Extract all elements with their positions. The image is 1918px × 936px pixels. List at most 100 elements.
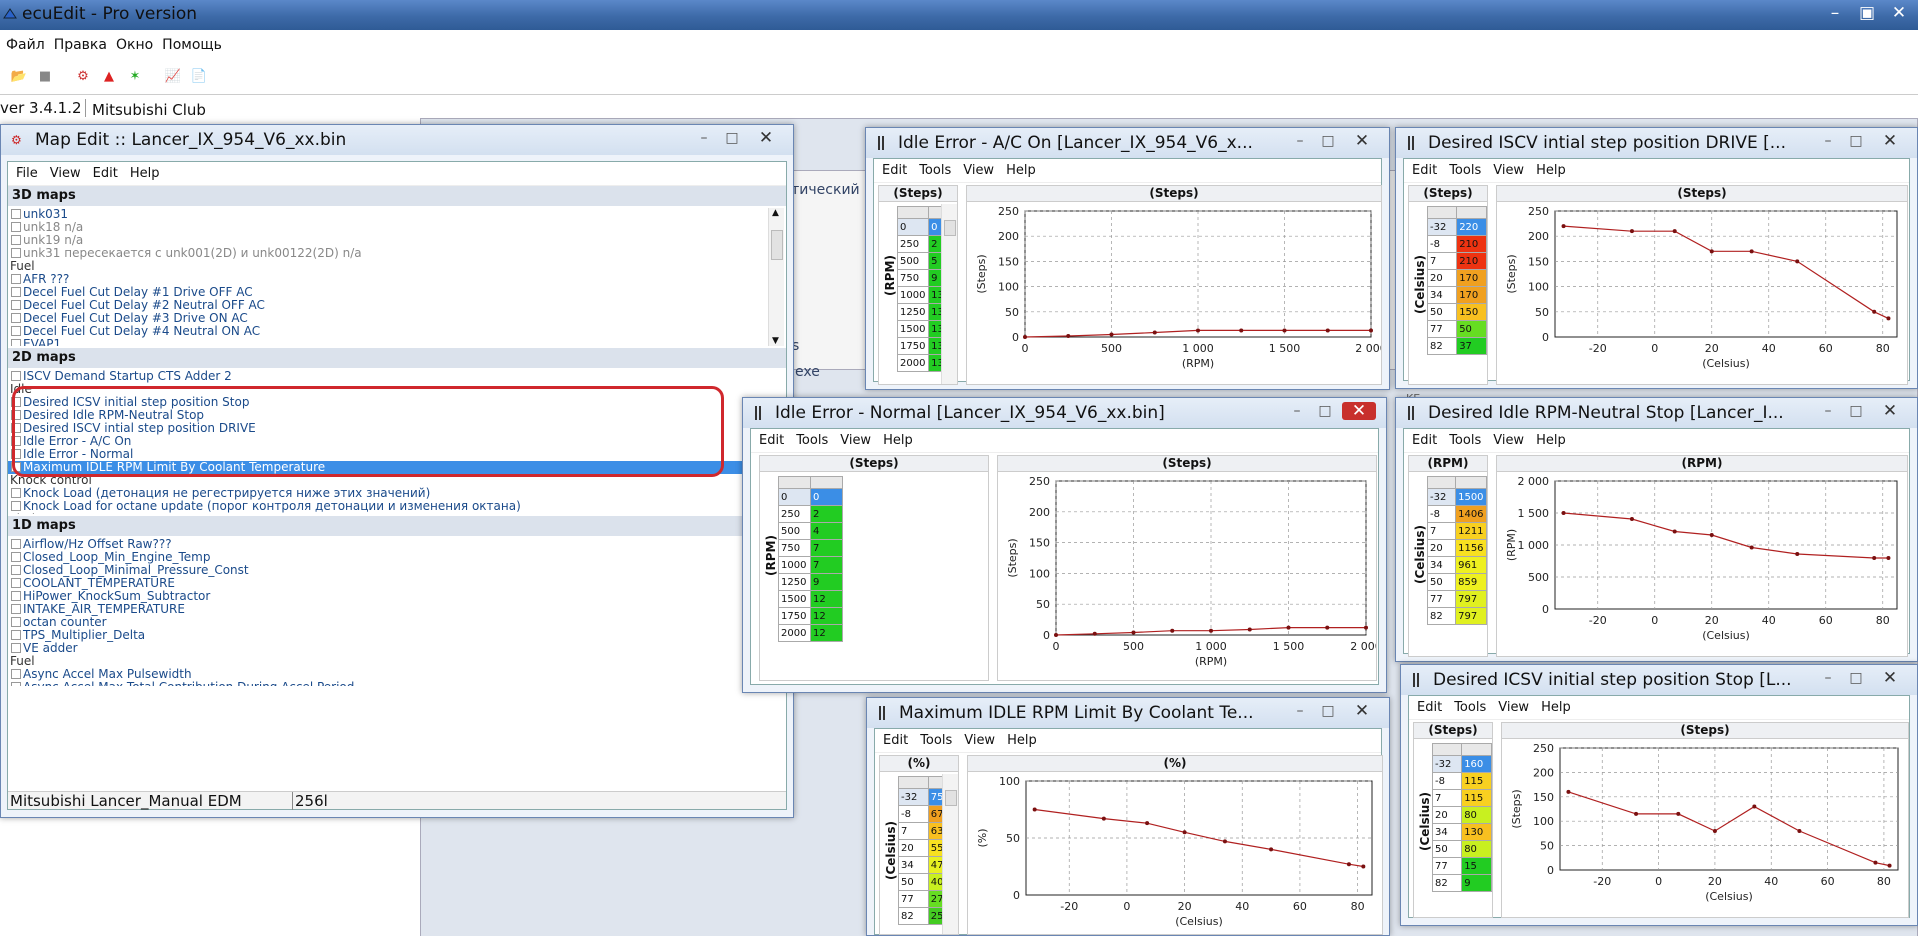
value-cell[interactable]: 12 — [810, 624, 843, 642]
list-item-checkbox[interactable] — [11, 235, 21, 245]
maximize-icon[interactable]: □ — [1845, 132, 1867, 150]
list-item[interactable]: Async Accel Max Pulsewidth — [8, 668, 766, 681]
menu-file[interactable]: Файл — [6, 37, 45, 53]
list-item[interactable]: TPS_Multiplier_Delta — [8, 629, 766, 642]
list-item-checkbox[interactable] — [11, 371, 21, 381]
close-icon[interactable]: ✕ — [1886, 2, 1912, 24]
list-item[interactable]: AFR ??? — [8, 273, 766, 286]
menu-window[interactable]: Окно — [116, 37, 153, 53]
minimize-icon[interactable]: – — [1289, 132, 1311, 150]
value-cell[interactable]: 170 — [1456, 286, 1487, 304]
value-cell[interactable]: 80 — [1461, 840, 1492, 858]
idle-error-normal-window[interactable]: Idle Error - Normal [Lancer_IX_954_V6_xx… — [742, 397, 1387, 693]
value-cell[interactable]: 9 — [1461, 874, 1492, 892]
list-group-header[interactable]: Fuel — [8, 260, 766, 273]
menu-edit[interactable]: Правка — [54, 37, 107, 53]
list-item-checkbox[interactable] — [11, 669, 21, 679]
value-cell[interactable]: 150 — [1456, 303, 1487, 321]
list-item[interactable]: VE adder — [8, 642, 766, 655]
minimize-icon[interactable]: – — [693, 129, 715, 147]
menu-view[interactable]: View — [964, 733, 995, 748]
list-item[interactable]: unk031 — [8, 208, 766, 221]
value-cell[interactable]: 15 — [1461, 857, 1492, 875]
menu-help[interactable]: Help — [1007, 733, 1037, 748]
list-item-checkbox[interactable] — [11, 617, 21, 627]
maximize-icon[interactable]: □ — [1845, 402, 1867, 420]
value-cell[interactable]: 797 — [1455, 607, 1487, 625]
close-icon[interactable]: ✕ — [1345, 132, 1379, 150]
list-item-checkbox[interactable] — [11, 539, 21, 549]
close-icon[interactable]: ✕ — [1345, 702, 1379, 720]
list-item[interactable]: Closed_Loop_Minimal_Pressure_Const — [8, 564, 766, 577]
maximize-icon[interactable]: □ — [1317, 132, 1339, 150]
list-item-checkbox[interactable] — [11, 565, 21, 575]
list-item[interactable]: HiPower_KnockSum_Subtractor — [8, 590, 766, 603]
value-cell[interactable]: 12 — [810, 607, 843, 625]
menu-help[interactable]: Help — [1006, 163, 1036, 178]
menu-help[interactable]: Помощь — [162, 37, 222, 53]
list-item-checkbox[interactable] — [11, 604, 21, 614]
minimize-icon[interactable]: – — [1822, 2, 1848, 24]
list-item[interactable]: Closed_Loop_Min_Engine_Temp — [8, 551, 766, 564]
list-item[interactable]: EVAP1 — [8, 338, 766, 346]
map-edit-window[interactable]: ⚙ Map Edit :: Lancer_IX_954_V6_xx.bin – … — [0, 124, 794, 818]
map-edit-titlebar[interactable]: ⚙ Map Edit :: Lancer_IX_954_V6_xx.bin – … — [1, 125, 793, 155]
close-icon[interactable]: ✕ — [1873, 132, 1907, 150]
list-item[interactable]: Decel Fuel Cut Delay #2 Neutral OFF AC — [8, 299, 766, 312]
idle-error-normal-titlebar[interactable]: Idle Error - Normal [Lancer_IX_954_V6_xx… — [743, 398, 1386, 428]
open-folder-icon[interactable]: 📂 — [10, 68, 28, 86]
value-cell[interactable]: 1500 — [1455, 488, 1487, 506]
minimize-icon[interactable]: – — [1817, 132, 1839, 150]
list-item-checkbox[interactable] — [11, 222, 21, 232]
close-icon[interactable]: ✕ — [1342, 402, 1376, 420]
value-cell[interactable]: 160 — [1461, 755, 1492, 773]
list-item[interactable]: unk18 n/a — [8, 221, 766, 234]
list-item[interactable]: Decel Fuel Cut Delay #1 Drive OFF AC — [8, 286, 766, 299]
list-item-checkbox[interactable] — [11, 248, 21, 258]
list-item[interactable]: unk31 пересекается с unk001(2D) и unk001… — [8, 247, 766, 260]
value-cell[interactable]: 210 — [1456, 235, 1487, 253]
list-item-checkbox[interactable] — [11, 552, 21, 562]
mitsubishi-icon[interactable]: ▲ — [100, 68, 118, 86]
value-cell[interactable]: 9 — [810, 573, 843, 591]
menu-tools[interactable]: Tools — [796, 433, 828, 448]
value-cell[interactable]: 210 — [1456, 252, 1487, 270]
list-item[interactable]: Async Accel Max Total Contribution Durin… — [8, 681, 766, 686]
list-item[interactable]: Knock Load (детонация не регестрируется … — [8, 487, 786, 500]
maximize-icon[interactable]: □ — [1845, 669, 1867, 687]
maximize-icon[interactable]: ▣ — [1854, 2, 1880, 24]
table-scrollbar[interactable] — [942, 774, 958, 934]
list-item-checkbox[interactable] — [11, 287, 21, 297]
menu-help[interactable]: Help — [883, 433, 913, 448]
value-cell[interactable]: 115 — [1461, 772, 1492, 790]
value-cell[interactable]: 12 — [810, 590, 843, 608]
value-cell[interactable]: 170 — [1456, 269, 1487, 287]
connect-icon[interactable]: ⚙ — [74, 68, 92, 86]
value-cell[interactable]: 7 — [810, 556, 843, 574]
iscv-drive-window[interactable]: Desired ISCV intial step position DRIVE … — [1395, 127, 1918, 389]
list-item-checkbox[interactable] — [11, 488, 21, 498]
value-cell[interactable]: 80 — [1461, 806, 1492, 824]
list-item[interactable]: Decel Fuel Cut Delay #4 Neutral ON AC — [8, 325, 766, 338]
value-cell[interactable]: 50 — [1456, 320, 1487, 338]
list-item-checkbox[interactable] — [11, 630, 21, 640]
value-cell[interactable]: 130 — [1461, 823, 1492, 841]
menu-file[interactable]: File — [16, 166, 38, 181]
minimize-icon[interactable]: – — [1289, 702, 1311, 720]
icsv-stop-window[interactable]: Desired ICSV initial step position Stop … — [1400, 664, 1918, 926]
value-cell[interactable]: 0 — [810, 488, 843, 506]
value-cell[interactable]: 797 — [1455, 590, 1487, 608]
graph-icon[interactable]: 📈 — [164, 68, 182, 86]
list-item-checkbox[interactable] — [11, 501, 21, 511]
menu-view[interactable]: View — [50, 166, 81, 181]
app-titlebar[interactable]: ecuEdit - Pro version – ▣ ✕ — [0, 0, 1918, 30]
value-cell[interactable]: 1211 — [1455, 522, 1487, 540]
value-cell[interactable]: 2 — [810, 505, 843, 523]
menu-tools[interactable]: Tools — [1449, 433, 1481, 448]
list-item-checkbox[interactable] — [11, 300, 21, 310]
menu-edit[interactable]: Edit — [759, 433, 784, 448]
list-item[interactable]: COOLANT_TEMPERATURE — [8, 577, 766, 590]
idle-error-ac-titlebar[interactable]: Idle Error - A/C On [Lancer_IX_954_V6_x.… — [866, 128, 1389, 158]
minimize-icon[interactable]: – — [1817, 669, 1839, 687]
menu-view[interactable]: View — [1498, 700, 1529, 715]
